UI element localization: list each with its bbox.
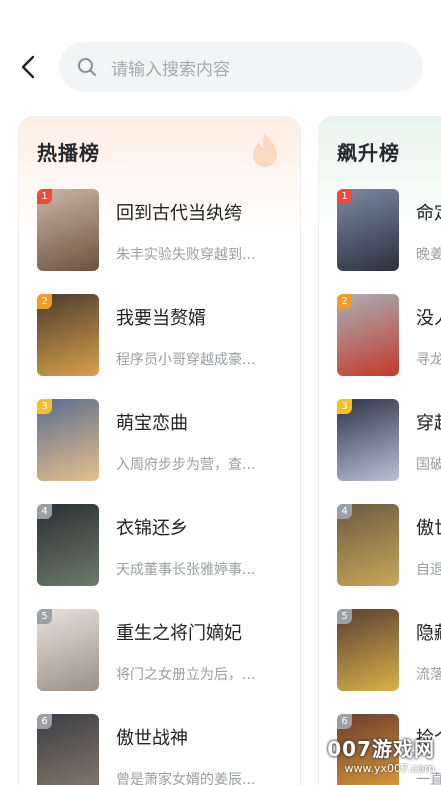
- top-bar: 请输入搜索内容: [0, 0, 441, 110]
- drama-title: 穿起: [416, 413, 441, 434]
- drama-title: 衣锦还乡: [116, 518, 188, 539]
- drama-cover-image: 3: [37, 399, 99, 481]
- list-item[interactable]: 5 隐藏流落: [337, 609, 441, 691]
- rank-badge: 2: [337, 294, 352, 309]
- drama-cover-image: 5: [337, 609, 399, 691]
- rank-badge: 3: [337, 399, 352, 414]
- drama-description: 寻龙: [416, 352, 441, 368]
- chevron-left-icon: [21, 55, 35, 79]
- rising-ranking-title: 飙升榜: [337, 141, 400, 165]
- drama-description: 将门之女册立为后，...: [116, 667, 256, 683]
- watermark-text: 007游戏网: [327, 737, 435, 761]
- drama-cover-image: 5: [37, 609, 99, 691]
- drama-cover-image: 4: [37, 504, 99, 586]
- search-placeholder: 请输入搜索内容: [111, 59, 230, 80]
- hot-ranking-panel: 热播榜 1 回到古代当纨绔朱丰实验失败穿越到... 2 我要当赘婿程序员小哥穿越成豪.…: [18, 116, 301, 785]
- list-item[interactable]: 5 重生之将门嫡妃将门之女册立为后，...: [37, 609, 299, 691]
- list-item[interactable]: 2 我要当赘婿程序员小哥穿越成豪...: [37, 294, 299, 376]
- rank-badge: 5: [337, 609, 352, 624]
- drama-description: 流落: [416, 667, 441, 683]
- drama-description: 曾是萧家女婿的姜辰...: [116, 772, 256, 785]
- back-button[interactable]: [14, 50, 42, 84]
- drama-title: 命定: [416, 203, 441, 224]
- drama-cover-image: 2: [337, 294, 399, 376]
- rank-badge: 2: [37, 294, 52, 309]
- rank-badge: 1: [337, 189, 352, 204]
- drama-description: 自退: [416, 562, 441, 578]
- ranking-panels: 热播榜 1 回到古代当纨绔朱丰实验失败穿越到... 2 我要当赘婿程序员小哥穿越成豪.…: [0, 116, 441, 785]
- list-item[interactable]: 4 傲世自退: [337, 504, 441, 586]
- drama-description: 朱丰实验失败穿越到...: [116, 247, 256, 263]
- drama-title: 没人: [416, 308, 441, 329]
- search-icon: [78, 58, 96, 76]
- list-item[interactable]: 4 衣锦还乡天成董事长张雅婷事...: [37, 504, 299, 586]
- rank-badge: 3: [37, 399, 52, 414]
- drama-description: 程序员小哥穿越成豪...: [116, 352, 256, 368]
- list-item[interactable]: 2 没人寻龙: [337, 294, 441, 376]
- list-item[interactable]: 3 萌宝恋曲入周府步步为营，查...: [37, 399, 299, 481]
- drama-cover-image: 1: [37, 189, 99, 271]
- drama-title: 回到古代当纨绔: [116, 203, 242, 224]
- search-input[interactable]: 请输入搜索内容: [59, 42, 423, 92]
- drama-title: 萌宝恋曲: [116, 413, 188, 434]
- rank-badge: 6: [37, 714, 52, 729]
- drama-description: 入周府步步为营，查...: [116, 457, 256, 473]
- drama-title: 重生之将门嫡妃: [116, 623, 242, 644]
- drama-cover-image: 3: [337, 399, 399, 481]
- rank-badge: 6: [337, 714, 352, 729]
- rank-badge: 4: [37, 504, 52, 519]
- flame-icon: [253, 133, 277, 167]
- drama-description: 晚姜: [416, 247, 441, 263]
- drama-cover-image: 6: [37, 714, 99, 785]
- drama-title: 隐藏: [416, 623, 441, 644]
- rank-badge: 5: [37, 609, 52, 624]
- drama-description: 国破: [416, 457, 441, 473]
- drama-cover-image: 2: [37, 294, 99, 376]
- drama-title: 傲世: [416, 518, 441, 539]
- hot-ranking-title: 热播榜: [37, 141, 100, 165]
- list-item[interactable]: 3 穿起国破: [337, 399, 441, 481]
- drama-cover-image: 1: [337, 189, 399, 271]
- list-item[interactable]: 6 傲世战神曾是萧家女婿的姜辰...: [37, 714, 299, 785]
- drama-title: 我要当赘婿: [116, 308, 206, 329]
- list-item[interactable]: 1 命定晚姜: [337, 189, 441, 271]
- site-watermark: 007游戏网 www.yx007.com: [325, 733, 435, 781]
- rank-badge: 1: [37, 189, 52, 204]
- drama-title: 傲世战神: [116, 728, 188, 749]
- list-item[interactable]: 1 回到古代当纨绔朱丰实验失败穿越到...: [37, 189, 299, 271]
- rank-badge: 4: [337, 504, 352, 519]
- drama-cover-image: 4: [337, 504, 399, 586]
- drama-description: 天成董事长张雅婷事...: [116, 562, 256, 578]
- rising-ranking-panel: 飙升榜 1命定晚姜2没人寻龙3穿起国破4傲世自退5隐藏流落6捡个一直: [318, 116, 441, 785]
- watermark-url: www.yx007.com: [344, 762, 435, 775]
